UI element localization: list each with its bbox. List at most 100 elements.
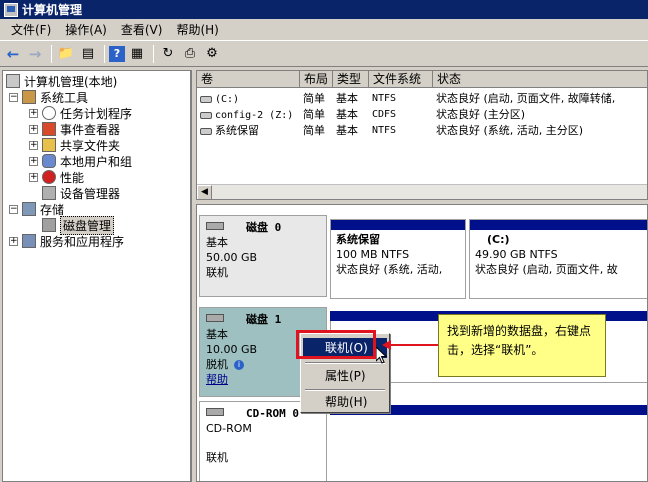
volume-layout: 简单: [303, 108, 325, 121]
computer-management-icon: [4, 2, 18, 17]
toolbar-separator: [51, 44, 52, 63]
expand-icon[interactable]: +: [29, 172, 38, 182]
collapse-icon[interactable]: −: [9, 92, 18, 102]
column-header-layout[interactable]: 布局: [300, 71, 333, 88]
menu-action[interactable]: 操作(A): [58, 21, 114, 38]
tree-item-services-apps[interactable]: + 服务和应用程序: [9, 233, 124, 249]
partition-status: 状态良好 (启动, 页面文件, 故: [475, 263, 618, 276]
column-header-volume[interactable]: 卷: [197, 71, 300, 88]
storage-icon: [22, 202, 36, 216]
event-viewer-icon: [42, 122, 56, 136]
export-icon[interactable]: ⎙: [180, 44, 200, 64]
computer-icon: [6, 74, 20, 88]
volume-layout: 简单: [303, 124, 325, 137]
info-icon: i: [234, 360, 244, 370]
menu-view[interactable]: 查看(V): [114, 21, 170, 38]
help-icon[interactable]: ?: [109, 45, 125, 62]
tree-item-event-viewer[interactable]: + 事件查看器: [29, 121, 120, 137]
forward-arrow-icon[interactable]: →: [25, 44, 45, 64]
up-folder-icon[interactable]: 📁: [56, 44, 76, 64]
volume-status: 状态良好 (主分区): [436, 108, 526, 121]
expand-icon[interactable]: +: [29, 156, 38, 166]
cdrom-icon: [206, 408, 224, 416]
scroll-left-icon[interactable]: ◀: [197, 185, 212, 199]
partition-bar: [331, 220, 465, 230]
toolbar: ← → 📁 ▤ ? ▦ ↻ ⎙ ⚙: [0, 41, 648, 67]
expand-icon[interactable]: +: [29, 108, 38, 118]
menu-file[interactable]: 文件(F): [4, 21, 58, 38]
device-manager-icon: [42, 186, 56, 200]
expand-icon[interactable]: +: [29, 140, 38, 150]
volume-fs: NTFS: [372, 93, 397, 104]
tree-item-local-users[interactable]: + 本地用户和组: [29, 153, 132, 169]
disk-state: 联机: [206, 266, 228, 279]
tree-label: 性能: [60, 170, 85, 185]
disk-type: 基本: [206, 236, 228, 249]
menu-bar: 文件(F) 操作(A) 查看(V) 帮助(H): [0, 19, 648, 41]
partition-size: 100 MB NTFS: [336, 248, 410, 261]
cdrom-volume-icon: [200, 111, 212, 119]
tree-item-shared-folders[interactable]: + 共享文件夹: [29, 137, 120, 153]
expand-icon[interactable]: +: [9, 236, 18, 246]
volume-list-header: 卷 布局 类型 文件系统 状态: [197, 71, 647, 88]
menu-item-help[interactable]: 帮助(H): [303, 392, 387, 412]
volume-layout: 简单: [303, 92, 325, 105]
collapse-icon[interactable]: −: [9, 204, 18, 214]
toolbar-separator: [104, 44, 105, 63]
tools-icon: [22, 90, 36, 104]
show-hide-tree-icon[interactable]: ▤: [78, 44, 98, 64]
tree-label: 服务和应用程序: [40, 234, 125, 249]
tree-item-system-tools[interactable]: − 系统工具: [9, 89, 88, 105]
volume-status: 状态良好 (启动, 页面文件, 故障转储,: [436, 92, 616, 105]
tree-item-storage[interactable]: − 存储: [9, 201, 64, 217]
properties-pane-icon[interactable]: ▦: [127, 44, 147, 64]
tree-label: 系统工具: [40, 90, 89, 105]
partition-status: 状态良好 (系统, 活动,: [336, 263, 443, 276]
tree-label: 事件查看器: [60, 122, 121, 137]
callout-connector: [390, 344, 438, 346]
volume-name: (C:): [215, 94, 240, 105]
tree-item-disk-management[interactable]: 磁盘管理: [42, 215, 115, 235]
column-header-type[interactable]: 类型: [333, 71, 369, 88]
volume-type: 基本: [336, 124, 358, 137]
tree-item-performance[interactable]: + 性能: [29, 169, 84, 185]
tree-label: 计算机管理(本地): [24, 74, 118, 89]
partition-title: (C:): [487, 233, 510, 246]
services-icon: [22, 234, 36, 248]
partition-c[interactable]: (C:) 49.90 GB NTFS 状态良好 (启动, 页面文件, 故: [469, 219, 647, 299]
cdrom-0-label[interactable]: CD-ROM 0 CD-ROM 联机: [199, 401, 327, 481]
horizontal-scrollbar[interactable]: ◀: [197, 184, 647, 199]
disk-name: 磁盘 1: [246, 313, 282, 326]
volume-name: 系统保留: [215, 124, 259, 137]
back-arrow-icon[interactable]: ←: [3, 44, 23, 64]
disk-type: CD-ROM: [206, 422, 252, 435]
shared-folder-icon: [42, 138, 56, 152]
menu-item-properties[interactable]: 属性(P): [303, 366, 387, 386]
refresh-icon[interactable]: ↻: [158, 44, 178, 64]
partition-bar: [470, 220, 647, 230]
tree-item-task-scheduler[interactable]: + 任务计划程序: [29, 105, 132, 121]
column-header-filesystem[interactable]: 文件系统: [369, 71, 433, 88]
table-row[interactable]: (C:) 简单 基本 NTFS 状态良好 (启动, 页面文件, 故障转储,: [197, 90, 647, 107]
menu-help[interactable]: 帮助(H): [169, 21, 225, 38]
disk-0-label[interactable]: 磁盘 0 基本 50.00 GB 联机: [199, 215, 327, 297]
disk-offline-icon: [206, 314, 224, 322]
instruction-callout: 找到新增的数据盘，右键点击，选择“联机”。: [438, 314, 606, 377]
column-header-status[interactable]: 状态: [433, 71, 647, 88]
volume-type: 基本: [336, 108, 358, 121]
tree-label: 设备管理器: [60, 186, 121, 201]
tree-item-root[interactable]: 计算机管理(本地): [6, 73, 117, 89]
partition-size: 49.90 GB NTFS: [475, 248, 558, 261]
volume-type: 基本: [336, 92, 358, 105]
settings-icon[interactable]: ⚙: [202, 44, 222, 64]
tree-item-device-manager[interactable]: 设备管理器: [42, 185, 120, 201]
disk-help-link[interactable]: 帮助: [206, 373, 228, 386]
table-row[interactable]: config-2 (Z:) 简单 基本 CDFS 状态良好 (主分区): [197, 106, 647, 123]
expand-icon[interactable]: +: [29, 124, 38, 134]
disk-state: 脱机: [206, 358, 228, 371]
partition-system-reserved[interactable]: 系统保留 100 MB NTFS 状态良好 (系统, 活动,: [330, 219, 466, 299]
table-row[interactable]: 系统保留 简单 基本 NTFS 状态良好 (系统, 活动, 主分区): [197, 122, 647, 139]
partition-title: 系统保留: [336, 233, 380, 246]
volume-list: 卷 布局 类型 文件系统 状态 (C:) 简单 基本 NTFS 状态良好 (启动…: [196, 70, 648, 200]
users-icon: [42, 154, 56, 168]
